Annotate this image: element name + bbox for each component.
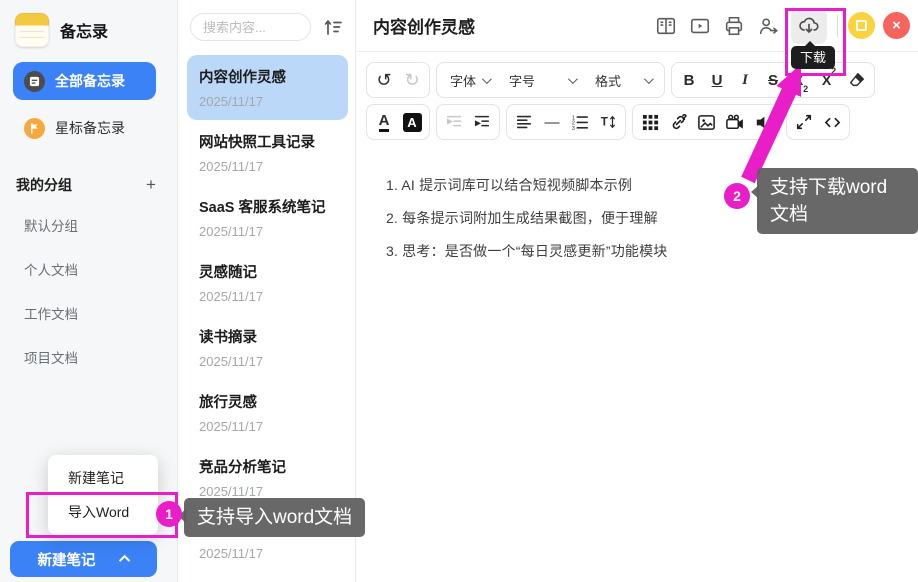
align-button[interactable]	[510, 108, 538, 136]
groups-header-label: 我的分组	[16, 175, 72, 195]
content-line[interactable]: 3. 思考：是否做一个“每日灵感更新”功能模块	[386, 241, 918, 261]
fullscreen-expand-icon[interactable]	[790, 108, 818, 136]
font-color-button[interactable]: A	[370, 108, 398, 136]
insert-link-icon[interactable]: ?	[664, 108, 692, 136]
note-date: 2025/11/17	[199, 419, 336, 434]
annotation-badge-2: 2	[724, 183, 750, 209]
annotation-callout-import: 支持导入word文档	[184, 498, 365, 537]
app-title: 备忘录	[60, 18, 108, 42]
search-input[interactable]	[190, 13, 311, 41]
flag-icon	[24, 118, 45, 139]
sidebar-item-label: 星标备忘录	[55, 118, 125, 138]
insert-video-icon[interactable]	[720, 108, 748, 136]
line-height-button[interactable]: T	[594, 108, 622, 136]
notes-list-panel: 内容创作灵感 2025/11/17 网站快照工具记录 2025/11/17 Sa…	[179, 0, 356, 582]
chevron-down-icon	[568, 74, 578, 84]
new-note-button[interactable]: 新建笔记	[10, 541, 157, 577]
indent-button[interactable]	[468, 108, 496, 136]
reading-view-icon[interactable]	[655, 15, 677, 37]
strikethrough-button[interactable]: S	[759, 66, 787, 94]
note-title: 读书摘录	[199, 326, 336, 347]
note-list-item[interactable]: 内容创作灵感 2025/11/17	[187, 55, 348, 120]
sort-icon[interactable]	[322, 16, 344, 38]
sidebar-group-item[interactable]: 默认分组	[0, 203, 177, 247]
note-title: SaaS 客服系统笔记	[199, 196, 336, 217]
ordered-list-button[interactable]: 123	[566, 108, 594, 136]
note-date: 2025/11/17	[199, 289, 336, 304]
group-list: 默认分组个人文档工作文档项目文档	[0, 195, 177, 379]
font-family-dropdown[interactable]: 字体	[440, 66, 499, 94]
clear-format-eraser-icon[interactable]	[843, 66, 871, 94]
sidebar-item-label: 全部备忘录	[55, 71, 125, 91]
sidebar-group-item[interactable]: 项目文档	[0, 335, 177, 379]
note-title-heading: 内容创作灵感	[373, 13, 655, 38]
close-icon: ×	[892, 17, 901, 34]
share-collaborate-icon[interactable]	[757, 15, 779, 37]
note-list-item[interactable]: 网站快照工具记录 2025/11/17	[187, 120, 348, 185]
memo-icon	[24, 71, 45, 92]
sidebar-group-item[interactable]: 个人文档	[0, 247, 177, 291]
print-icon[interactable]	[723, 15, 745, 37]
svg-text:3: 3	[572, 126, 575, 131]
note-date: 2025/11/17	[199, 224, 336, 239]
highlight-color-button[interactable]: A	[398, 108, 426, 136]
note-list-item[interactable]: SaaS 客服系统笔记 2025/11/17	[187, 185, 348, 250]
note-list-item[interactable]: 旅行灵感 2025/11/17	[187, 380, 348, 445]
note-title: 内容创作灵感	[199, 66, 336, 87]
popup-menu-item[interactable]: 新建笔记	[48, 461, 158, 495]
format-dropdown[interactable]: 格式	[585, 66, 661, 94]
presentation-icon[interactable]	[689, 15, 711, 37]
chevron-down-icon	[482, 74, 492, 84]
horizontal-rule-button[interactable]: —	[538, 108, 566, 136]
underline-button[interactable]: U	[703, 66, 731, 94]
svg-text:?: ?	[682, 113, 686, 122]
font-size-dropdown[interactable]: 字号	[499, 66, 585, 94]
download-tooltip: 下载	[791, 46, 835, 69]
redo-button[interactable]: ↻	[398, 66, 426, 94]
note-date: 2025/11/17	[199, 484, 336, 499]
capture-button[interactable]	[848, 12, 875, 39]
bold-button[interactable]: B	[675, 66, 703, 94]
note-list-item[interactable]: 读书摘录 2025/11/17	[187, 315, 348, 380]
note-date: 2025/11/17	[199, 546, 336, 561]
note-date: 2025/11/17	[199, 159, 336, 174]
app-logo-row: 备忘录	[0, 0, 177, 47]
insert-table-icon[interactable]	[636, 108, 664, 136]
close-button[interactable]: ×	[883, 12, 910, 39]
sidebar-item-starred-notes[interactable]: 星标备忘录	[13, 109, 156, 147]
add-group-button[interactable]: +	[141, 175, 161, 195]
undo-button[interactable]: ↺	[370, 66, 398, 94]
app-logo-icon	[15, 13, 49, 47]
italic-button[interactable]: I	[731, 66, 759, 94]
insert-image-icon[interactable]	[692, 108, 720, 136]
insert-media-icon[interactable]	[748, 108, 776, 136]
annotation-badge-1: 1	[156, 501, 182, 527]
sidebar-group-item[interactable]: 工作文档	[0, 291, 177, 335]
note-title: 竞品分析笔记	[199, 456, 336, 477]
notes-list: 内容创作灵感 2025/11/17 网站快照工具记录 2025/11/17 Sa…	[179, 41, 355, 572]
chevron-up-icon	[118, 555, 129, 566]
note-title: 网站快照工具记录	[199, 131, 336, 152]
note-title: 灵感随记	[199, 261, 336, 282]
sidebar-item-all-notes[interactable]: 全部备忘录	[13, 62, 156, 100]
note-date: 2025/11/17	[199, 354, 336, 369]
groups-header: 我的分组 +	[0, 147, 177, 195]
outdent-button[interactable]	[440, 108, 468, 136]
dashed-square-icon	[856, 20, 867, 31]
code-view-icon[interactable]	[818, 108, 846, 136]
svg-text:T: T	[601, 116, 609, 129]
chevron-down-icon	[644, 74, 654, 84]
new-note-button-label: 新建笔记	[38, 549, 96, 570]
annotation-callout-download: 支持下载word 文档	[757, 168, 918, 234]
editor-panel: 内容创作灵感 ×	[357, 0, 918, 582]
note-title: 旅行灵感	[199, 391, 336, 412]
note-list-item[interactable]: 灵感随记 2025/11/17	[187, 250, 348, 315]
note-date: 2025/11/17	[199, 94, 336, 109]
